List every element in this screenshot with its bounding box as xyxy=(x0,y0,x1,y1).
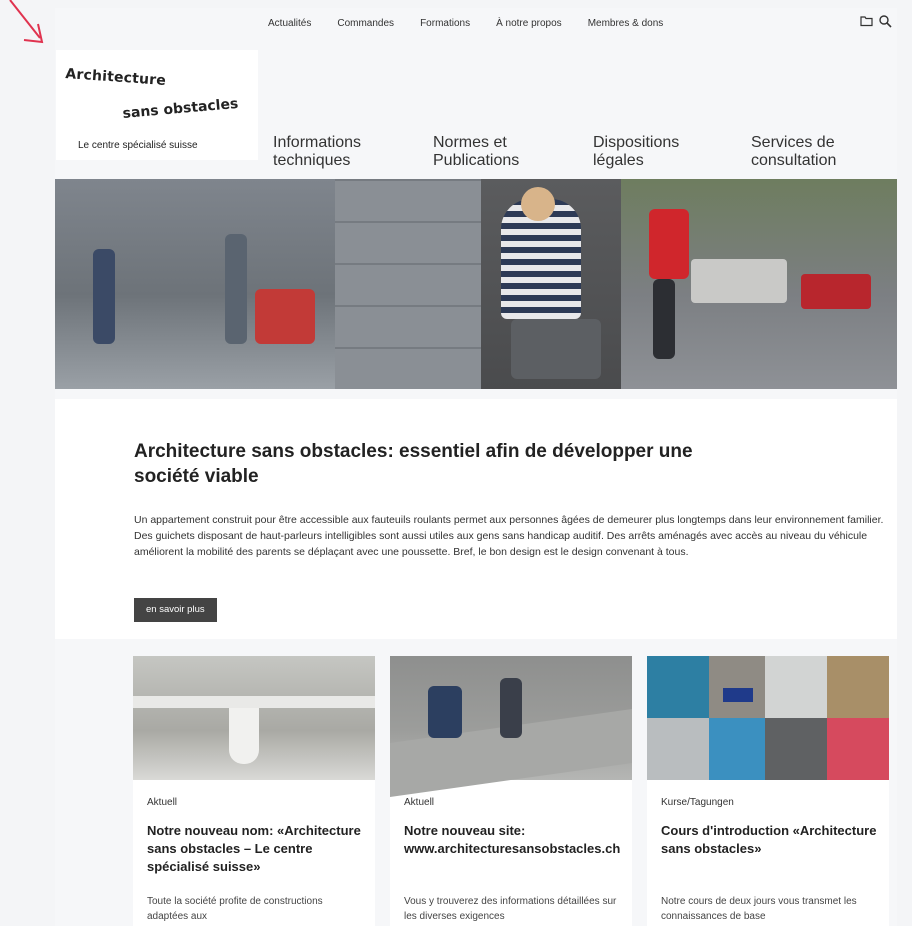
card-category: Kurse/Tagungen xyxy=(661,797,734,808)
mainnav-dispositions-legales[interactable]: Dispositions légales xyxy=(593,134,679,170)
mainnav-label-line1: Services de xyxy=(751,134,835,151)
card-title[interactable]: Notre nouveau nom: «Architecture sans ob… xyxy=(147,822,363,876)
folder-icon[interactable] xyxy=(860,14,874,28)
mainnav-label-line1: Normes et xyxy=(433,134,507,151)
top-navigation: Actualités Commandes Formations À notre … xyxy=(268,18,689,29)
card-title[interactable]: Notre nouveau site: www.architecturesans… xyxy=(404,822,620,858)
card-image xyxy=(647,656,889,780)
topnav-formations[interactable]: Formations xyxy=(420,18,470,29)
card-image xyxy=(133,656,375,780)
topnav-a-notre-propos[interactable]: À notre propos xyxy=(496,18,562,29)
news-card[interactable]: Aktuell Notre nouveau site: www.architec… xyxy=(390,656,632,926)
card-title[interactable]: Cours d'introduction «Architecture sans … xyxy=(661,822,877,858)
card-category: Aktuell xyxy=(147,797,178,808)
mainnav-label-line2: techniques xyxy=(273,152,351,169)
card-category: Aktuell xyxy=(404,797,435,808)
hero-photo-walker xyxy=(55,179,335,389)
logo-line-2: sans obstacles xyxy=(122,95,239,122)
news-card[interactable]: Aktuell Notre nouveau nom: «Architecture… xyxy=(133,656,375,926)
intro-section: Architecture sans obstacles: essentiel a… xyxy=(55,399,897,639)
mainnav-label-line1: Dispositions xyxy=(593,134,680,151)
hero-photo-lockers xyxy=(335,179,481,389)
card-image xyxy=(390,656,632,798)
intro-text: Un appartement construit pour être acces… xyxy=(134,514,884,558)
topnav-actualites[interactable]: Actualités xyxy=(268,18,311,29)
card-text: Vous y trouverez des informations détail… xyxy=(404,896,617,922)
read-more-button[interactable]: en savoir plus xyxy=(134,598,217,622)
main-navigation: Informations techniques Normes et Public… xyxy=(273,134,893,174)
topnav-membres-dons[interactable]: Membres & dons xyxy=(588,18,664,29)
mainnav-normes-publications[interactable]: Normes et Publications xyxy=(433,134,519,170)
card-text: Notre cours de deux jours vous transmet … xyxy=(661,896,857,922)
card-text: Toute la société profite de construction… xyxy=(147,896,323,922)
search-icon[interactable] xyxy=(878,14,892,28)
topnav-commandes[interactable]: Commandes xyxy=(337,18,394,29)
mainnav-label-line2: Publications xyxy=(433,152,520,169)
logo-tagline: Le centre spécialisé suisse xyxy=(78,140,198,151)
hero-image xyxy=(55,179,897,389)
mainnav-services-consultation[interactable]: Services de consultation xyxy=(751,134,836,170)
mainnav-label-line2: consultation xyxy=(751,152,837,169)
intro-heading: Architecture sans obstacles: essentiel a… xyxy=(134,441,693,487)
mainnav-label-line1: Informations xyxy=(273,134,362,151)
mainnav-informations-techniques[interactable]: Informations techniques xyxy=(273,134,361,170)
top-icons xyxy=(860,14,892,28)
site-logo[interactable]: Architecture sans obstacles Le centre sp… xyxy=(56,50,258,160)
hero-photo-wheelchair xyxy=(481,179,621,389)
hero-photo-white-cane xyxy=(621,179,897,389)
logo-line-1: Architecture xyxy=(64,66,167,89)
arrow-annotation-icon xyxy=(9,0,44,44)
mainnav-label-line2: légales xyxy=(593,152,644,169)
news-card[interactable]: Kurse/Tagungen Cours d'introduction «Arc… xyxy=(647,656,889,926)
